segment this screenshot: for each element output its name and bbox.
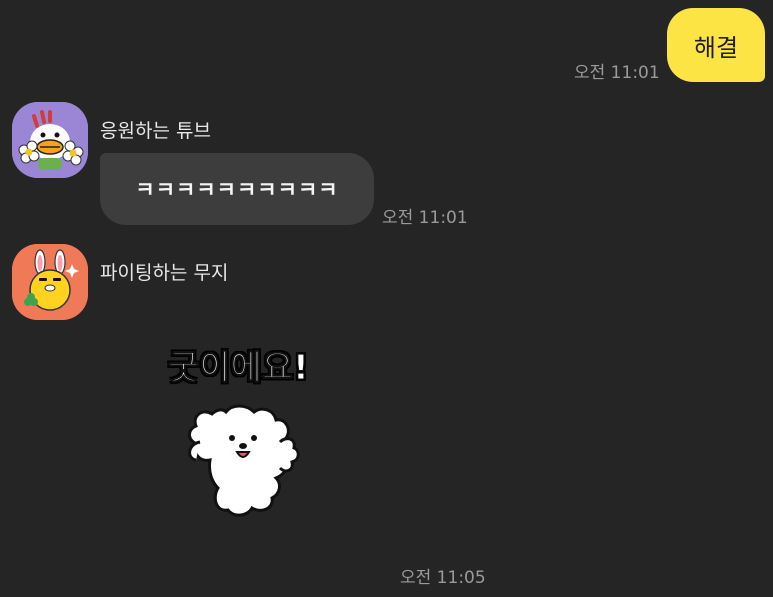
sent-message-time: 오전 11:01 bbox=[574, 63, 660, 83]
muzi-sender-name: 파이팅하는 무지 bbox=[100, 262, 229, 284]
white-puppy-thumbs-up-icon bbox=[188, 404, 300, 517]
muzi-avatar[interactable] bbox=[12, 244, 88, 320]
muzi-message-time: 오전 11:05 bbox=[400, 568, 486, 588]
tube-message-time: 오전 11:01 bbox=[382, 208, 468, 228]
sent-message-text: 해결 bbox=[693, 33, 739, 62]
sticker[interactable]: 굿이에요! bbox=[160, 330, 340, 530]
tube-avatar[interactable] bbox=[12, 102, 88, 178]
tube-message-bubble[interactable]: ㅋㅋㅋㅋㅋㅋㅋㅋㅋㅋ bbox=[100, 153, 374, 225]
tube-message-text: ㅋㅋㅋㅋㅋㅋㅋㅋㅋㅋ bbox=[135, 178, 339, 202]
sticker-caption: 굿이에요! bbox=[168, 348, 310, 389]
muzi-fighting-avatar-icon bbox=[12, 244, 88, 320]
sent-message-bubble[interactable]: 해결 bbox=[667, 8, 765, 82]
tube-sender-name: 응원하는 튜브 bbox=[100, 120, 211, 142]
tube-cheering-avatar-icon bbox=[12, 102, 88, 178]
